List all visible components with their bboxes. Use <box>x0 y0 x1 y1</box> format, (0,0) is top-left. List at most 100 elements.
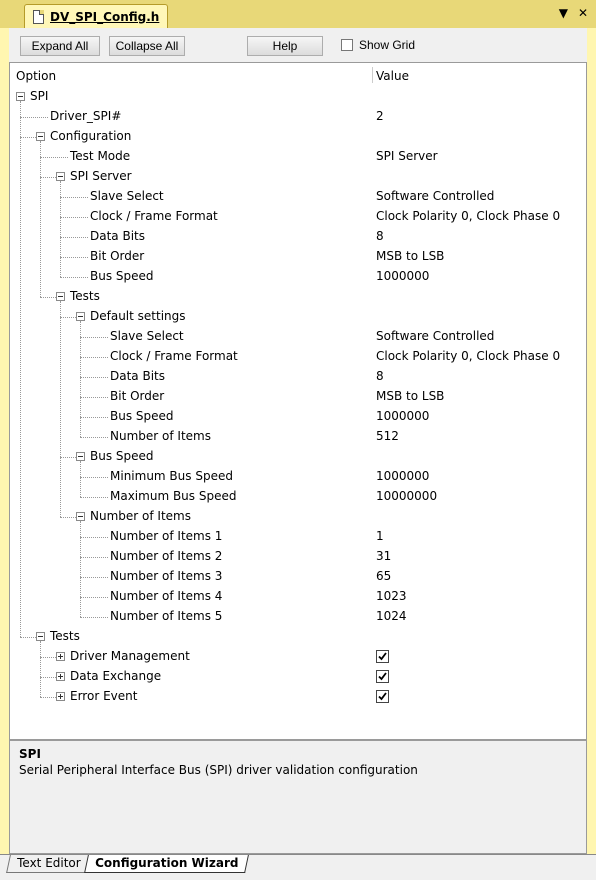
collapse-icon[interactable] <box>56 172 65 181</box>
collapse-icon[interactable] <box>16 92 25 101</box>
tree-row-error-event[interactable]: Error Event <box>10 687 586 707</box>
tree-row-number-of-items[interactable]: Number of Items 512 <box>10 427 586 447</box>
tree-item-value[interactable]: 1000000 <box>376 469 429 483</box>
tree-item-label: Driver_SPI# <box>50 109 122 123</box>
tree-item-label: Clock / Frame Format <box>110 349 238 363</box>
checkmark-icon <box>378 692 387 701</box>
tree-row-bus-speed[interactable]: Bus Speed <box>10 447 586 467</box>
tree-item-value[interactable]: 1024 <box>376 609 407 623</box>
tree-item-checkbox[interactable] <box>376 690 389 703</box>
tree-connector <box>80 377 108 378</box>
tree-row-number-of-items-3[interactable]: Number of Items 3 65 <box>10 567 586 587</box>
close-icon[interactable]: ✕ <box>578 6 588 20</box>
tree-item-value[interactable]: Clock Polarity 0, Clock Phase 0 <box>376 209 560 223</box>
tree-row-number-of-items[interactable]: Number of Items <box>10 507 586 527</box>
tree-row-spi-server[interactable]: SPI Server <box>10 167 586 187</box>
expand-icon[interactable] <box>56 652 65 661</box>
tree-row-bus-speed[interactable]: Bus Speed 1000000 <box>10 407 586 427</box>
tree-item-value[interactable]: Software Controlled <box>376 189 494 203</box>
tree-connector <box>60 217 88 218</box>
tree-row-test-mode[interactable]: Test Mode SPI Server <box>10 147 586 167</box>
show-grid-toggle[interactable]: Show Grid <box>341 38 415 52</box>
tree-item-checkbox[interactable] <box>376 650 389 663</box>
tree-item-value[interactable]: MSB to LSB <box>376 249 444 263</box>
tree-row-bit-order[interactable]: Bit Order MSB to LSB <box>10 247 586 267</box>
tree-row-driver-spi[interactable]: Driver_SPI# 2 <box>10 107 586 127</box>
tree-item-label: Tests <box>70 289 100 303</box>
tree-connector <box>80 597 108 598</box>
expand-icon[interactable] <box>56 692 65 701</box>
tree-row-configuration[interactable]: Configuration <box>10 127 586 147</box>
tree-item-value[interactable]: 2 <box>376 109 384 123</box>
tree-row-spi[interactable]: SPI <box>10 87 586 107</box>
tree-row-slave-select[interactable]: Slave Select Software Controlled <box>10 187 586 207</box>
tree-row-default-settings[interactable]: Default settings <box>10 307 586 327</box>
tree-row-number-of-items-4[interactable]: Number of Items 4 1023 <box>10 587 586 607</box>
tree-item-value[interactable]: SPI Server <box>376 149 438 163</box>
tree-connector <box>40 157 68 158</box>
tree-row-minimum-bus-speed[interactable]: Minimum Bus Speed 1000000 <box>10 467 586 487</box>
tree-connector <box>60 301 61 517</box>
tree-item-value[interactable]: 8 <box>376 229 384 243</box>
tree-row-number-of-items-1[interactable]: Number of Items 1 1 <box>10 527 586 547</box>
tree-item-label: Slave Select <box>90 189 164 203</box>
tree-row-data-bits[interactable]: Data Bits 8 <box>10 227 586 247</box>
tree-row-data-bits[interactable]: Data Bits 8 <box>10 367 586 387</box>
tree-item-value[interactable]: 512 <box>376 429 399 443</box>
tree-item-value[interactable]: Clock Polarity 0, Clock Phase 0 <box>376 349 560 363</box>
show-grid-checkbox[interactable] <box>341 39 353 51</box>
tree-row-bus-speed[interactable]: Bus Speed 1000000 <box>10 267 586 287</box>
tree-row-clock-frame-format[interactable]: Clock / Frame Format Clock Polarity 0, Cl… <box>10 207 586 227</box>
tree-row-number-of-items-2[interactable]: Number of Items 2 31 <box>10 547 586 567</box>
expand-all-button[interactable]: Expand All <box>20 36 100 56</box>
tree-row-data-exchange[interactable]: Data Exchange <box>10 667 586 687</box>
collapse-all-button[interactable]: Collapse All <box>109 36 185 56</box>
tree-item-label: Minimum Bus Speed <box>110 469 233 483</box>
collapse-icon[interactable] <box>36 632 45 641</box>
dropdown-arrow-icon[interactable]: ▼ <box>559 6 568 20</box>
tree-item-label: Default settings <box>90 309 186 323</box>
tree-connector <box>80 437 108 438</box>
tree-item-value[interactable]: 65 <box>376 569 391 583</box>
column-header-option[interactable]: Option <box>16 69 56 83</box>
tree-item-value[interactable]: 31 <box>376 549 391 563</box>
tree-row-tests[interactable]: Tests <box>10 627 586 647</box>
tab-configuration-wizard[interactable]: Configuration Wizard <box>84 855 250 873</box>
tab-text-editor[interactable]: Text Editor <box>6 855 91 873</box>
tree-item-value[interactable]: 8 <box>376 369 384 383</box>
tree-connector <box>60 317 76 318</box>
frame-border-left <box>0 28 9 854</box>
tree-connector <box>40 641 41 697</box>
tree-row-maximum-bus-speed[interactable]: Maximum Bus Speed 10000000 <box>10 487 586 507</box>
tree-row-slave-select[interactable]: Slave Select Software Controlled <box>10 327 586 347</box>
collapse-icon[interactable] <box>76 512 85 521</box>
tree-row-number-of-items-5[interactable]: Number of Items 5 1024 <box>10 607 586 627</box>
help-button[interactable]: Help <box>247 36 323 56</box>
collapse-icon[interactable] <box>76 452 85 461</box>
collapse-icon[interactable] <box>36 132 45 141</box>
tree-item-label: Number of Items 2 <box>110 549 223 563</box>
expand-icon[interactable] <box>56 672 65 681</box>
tree-item-value[interactable]: 1000000 <box>376 269 429 283</box>
tree-item-value[interactable]: 1 <box>376 529 384 543</box>
tree-item-value[interactable]: 1000000 <box>376 409 429 423</box>
tree-item-value[interactable]: Software Controlled <box>376 329 494 343</box>
tree-row-driver-management[interactable]: Driver Management <box>10 647 586 667</box>
tree-connector <box>80 497 108 498</box>
tree-connector <box>60 257 88 258</box>
collapse-icon[interactable] <box>56 292 65 301</box>
column-separator[interactable] <box>372 67 373 83</box>
tree-item-value[interactable]: MSB to LSB <box>376 389 444 403</box>
document-tab[interactable]: DV_SPI_Config.h <box>24 4 169 28</box>
tree-row-clock-frame-format[interactable]: Clock / Frame Format Clock Polarity 0, Cl… <box>10 347 586 367</box>
column-header-value[interactable]: Value <box>376 69 409 83</box>
tree-row-tests[interactable]: Tests <box>10 287 586 307</box>
tree-item-label: Test Mode <box>70 149 131 163</box>
tree-item-value[interactable]: 10000000 <box>376 489 437 503</box>
tree-item-value[interactable]: 1023 <box>376 589 407 603</box>
tree-item-checkbox[interactable] <box>376 670 389 683</box>
tree-row-bit-order[interactable]: Bit Order MSB to LSB <box>10 387 586 407</box>
collapse-icon[interactable] <box>76 312 85 321</box>
tree-connector <box>60 457 76 458</box>
tree-item-label: Bit Order <box>90 249 145 263</box>
